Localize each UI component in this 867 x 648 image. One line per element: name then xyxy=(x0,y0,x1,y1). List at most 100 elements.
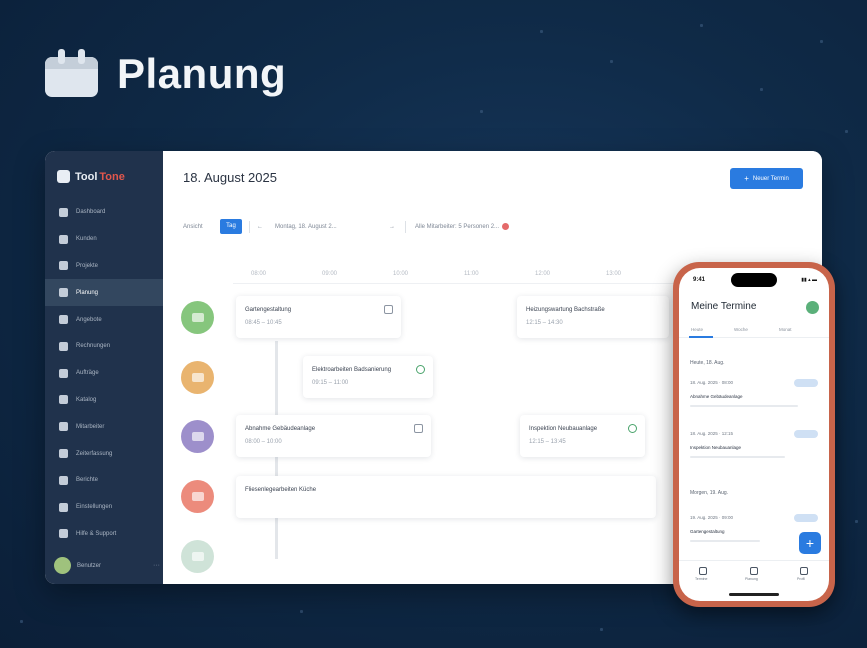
sidebar-item-label: Hilfe & Support xyxy=(76,530,117,537)
settings-icon xyxy=(628,424,637,433)
nav-label: Planung xyxy=(745,577,758,581)
sidebar-item-berichte[interactable]: Berichte xyxy=(45,467,163,494)
event-time: 12:15 – 14:30 xyxy=(526,320,563,326)
item-title: Gartengestaltung xyxy=(690,529,725,534)
event-card[interactable]: Heizungswartung Bachstraße 12:15 – 14:30 xyxy=(517,296,669,338)
planner-icon[interactable] xyxy=(750,567,758,575)
calendar-icon[interactable] xyxy=(699,567,707,575)
page-title: 18. August 2025 xyxy=(183,170,277,185)
tab-woche[interactable]: Woche xyxy=(734,327,748,332)
section-label: Heute, 18. Aug. xyxy=(690,360,725,366)
event-card[interactable]: Fliesenlegearbeiten Küche xyxy=(236,476,656,518)
item-title: Abnahme Gebäudeanlage xyxy=(690,394,743,399)
user-profile[interactable]: Benutzer ··· xyxy=(54,557,160,574)
report-icon xyxy=(59,475,68,485)
filter-badge xyxy=(502,222,510,230)
hour-label: 10:00 xyxy=(393,271,409,277)
projects-icon xyxy=(59,261,68,271)
sidebar-item-rechnungen[interactable]: Rechnungen xyxy=(45,333,163,360)
status-icon[interactable] xyxy=(806,301,819,314)
hour-label: 13:00 xyxy=(606,271,622,277)
employee-avatar[interactable] xyxy=(181,540,214,573)
placeholder-line xyxy=(690,456,785,458)
help-icon xyxy=(59,529,68,539)
hour-label: 12:00 xyxy=(535,271,551,277)
employee-avatar[interactable] xyxy=(181,301,214,334)
catalog-icon xyxy=(59,395,68,405)
prev-day-button[interactable]: ← xyxy=(257,217,263,237)
check-icon xyxy=(416,365,425,374)
event-time: 08:45 – 10:45 xyxy=(245,320,282,326)
sidebar-item-einstellungen[interactable]: Einstellungen xyxy=(45,494,163,521)
profile-icon[interactable] xyxy=(800,567,808,575)
sidebar-item-kunden[interactable]: Kunden xyxy=(45,226,163,253)
clock-icon xyxy=(59,449,68,459)
sidebar-item-label: Angebote xyxy=(76,316,102,323)
sidebar-item-angebote[interactable]: Angebote xyxy=(45,306,163,333)
view-label: Ansicht xyxy=(183,224,203,230)
sidebar-item-label: Dashboard xyxy=(76,209,106,216)
new-appointment-button[interactable]: + Neuer Termin xyxy=(730,168,803,189)
employee-avatar[interactable] xyxy=(181,480,214,513)
phone-time: 9:41 xyxy=(693,277,706,283)
more-icon[interactable]: ··· xyxy=(153,562,160,569)
dashboard-icon xyxy=(59,207,68,217)
employee-avatar[interactable] xyxy=(181,361,214,394)
event-title: Inspektion Neubauanlage xyxy=(529,426,598,432)
add-appointment-button[interactable]: + xyxy=(799,532,821,554)
document-icon xyxy=(59,315,68,325)
sidebar-item-label: Berichte xyxy=(76,477,99,484)
user-name: Benutzer xyxy=(77,562,102,569)
employee-avatar[interactable] xyxy=(181,420,214,453)
status-badge xyxy=(794,430,818,438)
placeholder-line xyxy=(690,540,760,542)
phone-tabs: Heute Woche Monat xyxy=(679,327,829,338)
employee-filter[interactable]: Alle Mitarbeiter: 5 Personen 2... xyxy=(415,217,510,237)
sidebar-item-label: Mitarbeiter xyxy=(76,423,105,430)
sidebar-item-label: Kunden xyxy=(76,236,97,243)
sidebar-item-planung[interactable]: Planung xyxy=(45,279,163,307)
hour-label: 11:00 xyxy=(464,271,479,277)
event-title: Heizungswartung Bachstraße xyxy=(526,307,605,313)
users-icon xyxy=(59,422,68,432)
sidebar-item-zeiterfassung[interactable]: Zeiterfassung xyxy=(45,440,163,467)
planning-toolbar: Ansicht Tag ← Montag, 18. August 2... → … xyxy=(183,217,563,237)
divider xyxy=(405,221,406,233)
status-badge xyxy=(794,514,818,522)
status-badge xyxy=(794,379,818,387)
date-range-picker[interactable]: Montag, 18. August 2... xyxy=(275,217,337,237)
document-icon xyxy=(384,305,393,314)
placeholder-line xyxy=(690,405,798,407)
event-title: Gartengestaltung xyxy=(245,307,292,313)
gear-icon xyxy=(59,502,68,512)
event-card[interactable]: Elektroarbeiten Badsanierung 09:15 – 11:… xyxy=(303,356,433,398)
sidebar-item-auftraege[interactable]: Aufträge xyxy=(45,360,163,387)
nav-label: Termine xyxy=(695,577,708,581)
brand-logo[interactable]: Tool Tone xyxy=(57,170,125,183)
tab-heute[interactable]: Heute xyxy=(691,327,703,332)
sidebar-item-dashboard[interactable]: Dashboard xyxy=(45,199,163,226)
calendar-icon xyxy=(59,288,68,298)
dynamic-island xyxy=(731,273,777,287)
employee-filter-label: Alle Mitarbeiter: 5 Personen 2... xyxy=(415,224,500,230)
view-day-button[interactable]: Tag xyxy=(220,219,242,234)
customers-icon xyxy=(59,234,68,244)
sidebar-item-katalog[interactable]: Katalog xyxy=(45,387,163,414)
logo-icon xyxy=(57,170,70,183)
event-title: Abnahme Gebäudeanlage xyxy=(245,426,316,432)
tab-monat[interactable]: Monat xyxy=(779,327,792,332)
event-card[interactable]: Gartengestaltung 08:45 – 10:45 xyxy=(236,296,401,338)
item-date: 18. Aug. 2025 · 12:15 xyxy=(690,431,734,436)
invoice-icon xyxy=(59,341,68,351)
event-card[interactable]: Abnahme Gebäudeanlage 08:00 – 10:00 xyxy=(236,415,431,457)
home-indicator xyxy=(729,593,779,596)
phone-screen: 9:41 ▮▮ ▴ ▬ Meine Termine Heute Woche Mo… xyxy=(679,268,829,601)
sidebar-item-projekte[interactable]: Projekte xyxy=(45,253,163,280)
next-day-button[interactable]: → xyxy=(389,217,395,237)
camera-icon xyxy=(414,424,423,433)
hour-label: 08:00 xyxy=(251,271,267,277)
event-card[interactable]: Inspektion Neubauanlage 12:15 – 13:45 xyxy=(520,415,645,457)
event-time: 08:00 – 10:00 xyxy=(245,439,282,445)
sidebar-item-mitarbeiter[interactable]: Mitarbeiter xyxy=(45,413,163,440)
sidebar-item-hilfe[interactable]: Hilfe & Support xyxy=(45,521,163,548)
